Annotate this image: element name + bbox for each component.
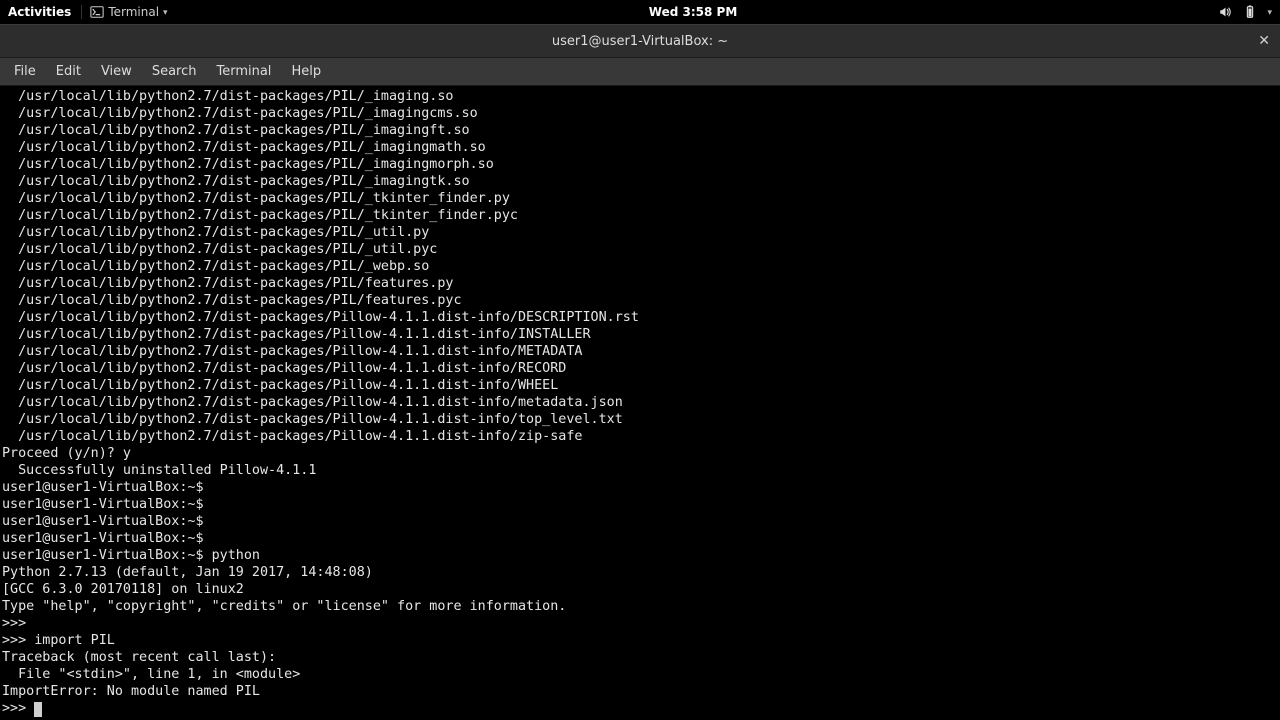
terminal-icon bbox=[90, 5, 104, 19]
system-menu-icon[interactable]: ▾ bbox=[1267, 8, 1272, 18]
terminal-line: /usr/local/lib/python2.7/dist-packages/P… bbox=[0, 105, 1280, 122]
terminal-line: Python 2.7.13 (default, Jan 19 2017, 14:… bbox=[0, 564, 1280, 581]
terminal-line: /usr/local/lib/python2.7/dist-packages/P… bbox=[0, 139, 1280, 156]
terminal-line: ImportError: No module named PIL bbox=[0, 683, 1280, 700]
terminal-line: user1@user1-VirtualBox:~$ bbox=[0, 479, 1280, 496]
app-menu-button[interactable]: Terminal ▾ bbox=[81, 5, 167, 19]
terminal-line: /usr/local/lib/python2.7/dist-packages/P… bbox=[0, 190, 1280, 207]
terminal-line: /usr/local/lib/python2.7/dist-packages/P… bbox=[0, 224, 1280, 241]
window-titlebar[interactable]: user1@user1-VirtualBox: ~ ✕ bbox=[0, 24, 1280, 58]
terminal-line: user1@user1-VirtualBox:~$ python bbox=[0, 547, 1280, 564]
terminal-line: /usr/local/lib/python2.7/dist-packages/P… bbox=[0, 411, 1280, 428]
menu-help[interactable]: Help bbox=[283, 61, 329, 82]
close-icon[interactable]: ✕ bbox=[1258, 33, 1270, 49]
terminal-body[interactable]: /usr/local/lib/python2.7/dist-packages/P… bbox=[0, 86, 1280, 720]
terminal-line: /usr/local/lib/python2.7/dist-packages/P… bbox=[0, 292, 1280, 309]
activities-button[interactable]: Activities bbox=[8, 5, 71, 19]
terminal-line: /usr/local/lib/python2.7/dist-packages/P… bbox=[0, 122, 1280, 139]
terminal-line: /usr/local/lib/python2.7/dist-packages/P… bbox=[0, 156, 1280, 173]
terminal-line: /usr/local/lib/python2.7/dist-packages/P… bbox=[0, 326, 1280, 343]
window-title: user1@user1-VirtualBox: ~ bbox=[552, 34, 728, 49]
terminal-window: user1@user1-VirtualBox: ~ ✕ File Edit Vi… bbox=[0, 24, 1280, 720]
terminal-line: >>> bbox=[0, 615, 1280, 632]
menu-edit[interactable]: Edit bbox=[48, 61, 89, 82]
terminal-line: >>> import PIL bbox=[0, 632, 1280, 649]
battery-icon[interactable] bbox=[1243, 5, 1257, 19]
menu-view[interactable]: View bbox=[93, 61, 140, 82]
terminal-line: /usr/local/lib/python2.7/dist-packages/P… bbox=[0, 258, 1280, 275]
terminal-line: File "<stdin>", line 1, in <module> bbox=[0, 666, 1280, 683]
python-prompt: >>> bbox=[2, 701, 34, 716]
menu-search[interactable]: Search bbox=[144, 61, 205, 82]
volume-icon[interactable] bbox=[1218, 5, 1233, 19]
terminal-line: /usr/local/lib/python2.7/dist-packages/P… bbox=[0, 207, 1280, 224]
terminal-line: /usr/local/lib/python2.7/dist-packages/P… bbox=[0, 360, 1280, 377]
menu-file[interactable]: File bbox=[6, 61, 44, 82]
terminal-line: Type "help", "copyright", "credits" or "… bbox=[0, 598, 1280, 615]
terminal-line: /usr/local/lib/python2.7/dist-packages/P… bbox=[0, 275, 1280, 292]
menu-terminal[interactable]: Terminal bbox=[208, 61, 279, 82]
terminal-line: [GCC 6.3.0 20170118] on linux2 bbox=[0, 581, 1280, 598]
terminal-line: >>> bbox=[0, 700, 1280, 717]
chevron-down-icon: ▾ bbox=[163, 8, 168, 18]
terminal-line: /usr/local/lib/python2.7/dist-packages/P… bbox=[0, 394, 1280, 411]
terminal-line: Successfully uninstalled Pillow-4.1.1 bbox=[0, 462, 1280, 479]
terminal-line: Proceed (y/n)? y bbox=[0, 445, 1280, 462]
terminal-line: /usr/local/lib/python2.7/dist-packages/P… bbox=[0, 309, 1280, 326]
panel-clock[interactable]: Wed 3:58 PM bbox=[649, 5, 737, 19]
cursor bbox=[34, 702, 42, 717]
terminal-line: /usr/local/lib/python2.7/dist-packages/P… bbox=[0, 173, 1280, 190]
menubar: File Edit View Search Terminal Help bbox=[0, 58, 1280, 86]
terminal-line: /usr/local/lib/python2.7/dist-packages/P… bbox=[0, 428, 1280, 445]
terminal-line: /usr/local/lib/python2.7/dist-packages/P… bbox=[0, 88, 1280, 105]
terminal-line: user1@user1-VirtualBox:~$ bbox=[0, 530, 1280, 547]
app-menu-label: Terminal bbox=[108, 5, 159, 19]
terminal-line: /usr/local/lib/python2.7/dist-packages/P… bbox=[0, 343, 1280, 360]
terminal-line: user1@user1-VirtualBox:~$ bbox=[0, 513, 1280, 530]
top-panel: Activities Terminal ▾ Wed 3:58 PM bbox=[0, 0, 1280, 24]
terminal-line: /usr/local/lib/python2.7/dist-packages/P… bbox=[0, 241, 1280, 258]
terminal-line: /usr/local/lib/python2.7/dist-packages/P… bbox=[0, 377, 1280, 394]
terminal-line: Traceback (most recent call last): bbox=[0, 649, 1280, 666]
terminal-line: user1@user1-VirtualBox:~$ bbox=[0, 496, 1280, 513]
